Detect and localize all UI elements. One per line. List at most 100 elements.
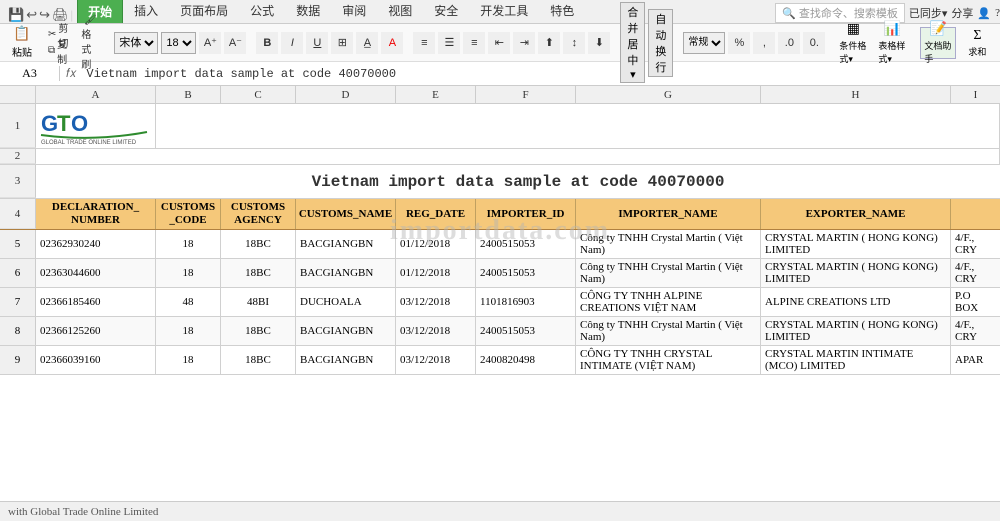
redo-icon[interactable]: ↪ xyxy=(39,7,50,23)
cell-reg-date[interactable]: 03/12/2018 xyxy=(396,317,476,345)
cell-importer-name[interactable]: CÔNG TY TNHH ALPINE CREATIONS VIỆT NAM xyxy=(576,288,761,316)
font-shrink-button[interactable]: A⁻ xyxy=(224,32,246,54)
underline-button[interactable]: U xyxy=(306,32,328,54)
align-bot-button[interactable]: ⬇ xyxy=(588,32,610,54)
cell-customs-code[interactable]: 18 xyxy=(156,317,221,345)
cell-customs-name[interactable]: BACGIANGBN xyxy=(296,317,396,345)
row-2: 2 xyxy=(0,149,1000,165)
comma-button[interactable]: , xyxy=(753,32,775,54)
data-rows-container: 5 02362930240 18 18BC BACGIANGBN 01/12/2… xyxy=(0,230,1000,375)
cell-importer-name[interactable]: CÔNG TY TNHH CRYSTAL INTIMATE (VIỆT NAM) xyxy=(576,346,761,374)
sum-button[interactable]: Σ 求和 xyxy=(959,27,995,59)
cell-customs-agency[interactable]: 18BC xyxy=(221,230,296,258)
table-format-button[interactable]: 📊 表格样式▾ xyxy=(874,27,910,59)
cell-customs-code[interactable]: 18 xyxy=(156,230,221,258)
align-right-button[interactable]: ≡ xyxy=(463,32,485,54)
menu-tab-data[interactable]: 数据 xyxy=(285,0,331,23)
header-importer-id: IMPORTER_ID xyxy=(476,199,576,229)
align-left-button[interactable]: ≡ xyxy=(413,32,435,54)
border-button[interactable]: ⊞ xyxy=(331,32,353,54)
cell-exporter-name[interactable]: ALPINE CREATIONS LTD xyxy=(761,288,951,316)
menu-tab-dev[interactable]: 开发工具 xyxy=(469,0,539,23)
cell-exporter-name[interactable]: CRYSTAL MARTIN ( HONG KONG) LIMITED xyxy=(761,230,951,258)
cell-importer-name[interactable]: Công ty TNHH Crystal Martin ( Việt Nam) xyxy=(576,259,761,287)
cell-importer-id[interactable]: 1101816903 xyxy=(476,288,576,316)
format-painter-button[interactable]: 🖌 格式刷 xyxy=(76,29,104,57)
paste-button[interactable]: 📋 粘贴 xyxy=(4,27,40,59)
menu-tab-layout[interactable]: 页面布局 xyxy=(169,0,239,23)
italic-button[interactable]: I xyxy=(281,32,303,54)
cell-customs-code[interactable]: 18 xyxy=(156,259,221,287)
menu-tab-formula[interactable]: 公式 xyxy=(239,0,285,23)
menu-tab-review[interactable]: 审阅 xyxy=(331,0,377,23)
cell-reference[interactable]: A3 xyxy=(0,66,60,81)
font-size-select[interactable]: 18 xyxy=(161,32,196,54)
indent-inc-button[interactable]: ⇥ xyxy=(513,32,535,54)
function-icon[interactable]: 𝑓𝑥 xyxy=(60,66,82,81)
cell-customs-code[interactable]: 18 xyxy=(156,346,221,374)
menu-tab-insert[interactable]: 插入 xyxy=(123,0,169,23)
cell-customs-name[interactable]: DUCHOALA xyxy=(296,288,396,316)
cell-customs-name[interactable]: BACGIANGBN xyxy=(296,259,396,287)
sync-btn[interactable]: 已同步▾ xyxy=(909,5,948,21)
doc-assist-button[interactable]: 📝 文档助手 xyxy=(920,27,956,59)
number-format-select[interactable]: 常规 xyxy=(683,32,725,54)
font-color-button[interactable]: A xyxy=(381,32,403,54)
cell-exporter-name[interactable]: CRYSTAL MARTIN INTIMATE (MCO) LIMITED xyxy=(761,346,951,374)
corner-cell xyxy=(0,86,36,103)
align-center-button[interactable]: ☰ xyxy=(438,32,460,54)
menu-tab-security[interactable]: 安全 xyxy=(423,0,469,23)
header-declaration: DECLARATION_NUMBER xyxy=(36,199,156,229)
fill-color-button[interactable]: A̲ xyxy=(356,32,378,54)
cell-customs-agency[interactable]: 18BC xyxy=(221,259,296,287)
font-grow-button[interactable]: A⁺ xyxy=(199,32,221,54)
cell-extra[interactable]: 4/F., CRY xyxy=(951,230,1000,258)
undo-icon[interactable]: ↩ xyxy=(26,7,37,23)
cell-extra[interactable]: 4/F., CRY xyxy=(951,259,1000,287)
menu-tab-view[interactable]: 视图 xyxy=(377,0,423,23)
align-top-button[interactable]: ⬆ xyxy=(538,32,560,54)
row-3[interactable]: 3 Vietnam import data sample at code 400… xyxy=(0,165,1000,199)
cell-reg-date[interactable]: 01/12/2018 xyxy=(396,259,476,287)
cell-customs-agency[interactable]: 18BC xyxy=(221,346,296,374)
cell-customs-agency[interactable]: 48BI xyxy=(221,288,296,316)
cell-reg-date[interactable]: 03/12/2018 xyxy=(396,288,476,316)
cell-declaration[interactable]: 02366185460 xyxy=(36,288,156,316)
indent-dec-button[interactable]: ⇤ xyxy=(488,32,510,54)
cell-exporter-name[interactable]: CRYSTAL MARTIN ( HONG KONG) LIMITED xyxy=(761,259,951,287)
cell-declaration[interactable]: 02366125260 xyxy=(36,317,156,345)
cell-extra[interactable]: APAR xyxy=(951,346,1000,374)
copy-button[interactable]: ⧉ 复制 xyxy=(43,43,73,58)
font-name-select[interactable]: 宋体 xyxy=(114,32,158,54)
cell-declaration[interactable]: 02363044600 xyxy=(36,259,156,287)
cell-reg-date[interactable]: 01/12/2018 xyxy=(396,230,476,258)
cell-customs-name[interactable]: BACGIANGBN xyxy=(296,230,396,258)
bold-button[interactable]: B xyxy=(256,32,278,54)
decimal-inc-button[interactable]: .0 xyxy=(778,32,800,54)
save-icon[interactable]: 💾 xyxy=(8,7,24,23)
cell-exporter-name[interactable]: CRYSTAL MARTIN ( HONG KONG) LIMITED xyxy=(761,317,951,345)
cell-importer-name[interactable]: Công ty TNHH Crystal Martin ( Việt Nam) xyxy=(576,317,761,345)
cell-declaration[interactable]: 02362930240 xyxy=(36,230,156,258)
cell-importer-id[interactable]: 2400515053 xyxy=(476,317,576,345)
cell-declaration[interactable]: 02366039160 xyxy=(36,346,156,374)
cell-importer-id[interactable]: 2400515053 xyxy=(476,259,576,287)
share-btn[interactable]: 分享 xyxy=(951,5,973,21)
formula-input[interactable]: Vietnam import data sample at code 40070… xyxy=(82,67,1000,81)
cell-importer-id[interactable]: 2400820498 xyxy=(476,346,576,374)
cell-customs-code[interactable]: 48 xyxy=(156,288,221,316)
cell-extra[interactable]: 4/F., CRY xyxy=(951,317,1000,345)
percent-button[interactable]: % xyxy=(728,32,750,54)
cell-reg-date[interactable]: 03/12/2018 xyxy=(396,346,476,374)
menu-tab-special[interactable]: 特色 xyxy=(539,0,585,23)
cell-customs-name[interactable]: BACGIANGBN xyxy=(296,346,396,374)
col-header-b: B xyxy=(156,86,221,103)
decimal-dec-button[interactable]: 0. xyxy=(803,32,825,54)
cell-extra[interactable]: P.O BOX xyxy=(951,288,1000,316)
cell-customs-agency[interactable]: 18BC xyxy=(221,317,296,345)
cell-importer-id[interactable]: 2400515053 xyxy=(476,230,576,258)
align-mid-button[interactable]: ↕ xyxy=(563,32,585,54)
conditional-format-button[interactable]: ▦ 条件格式▾ xyxy=(835,27,871,59)
cell-importer-name[interactable]: Công ty TNHH Crystal Martin ( Việt Nam) xyxy=(576,230,761,258)
row-num-5: 5 xyxy=(0,230,36,258)
